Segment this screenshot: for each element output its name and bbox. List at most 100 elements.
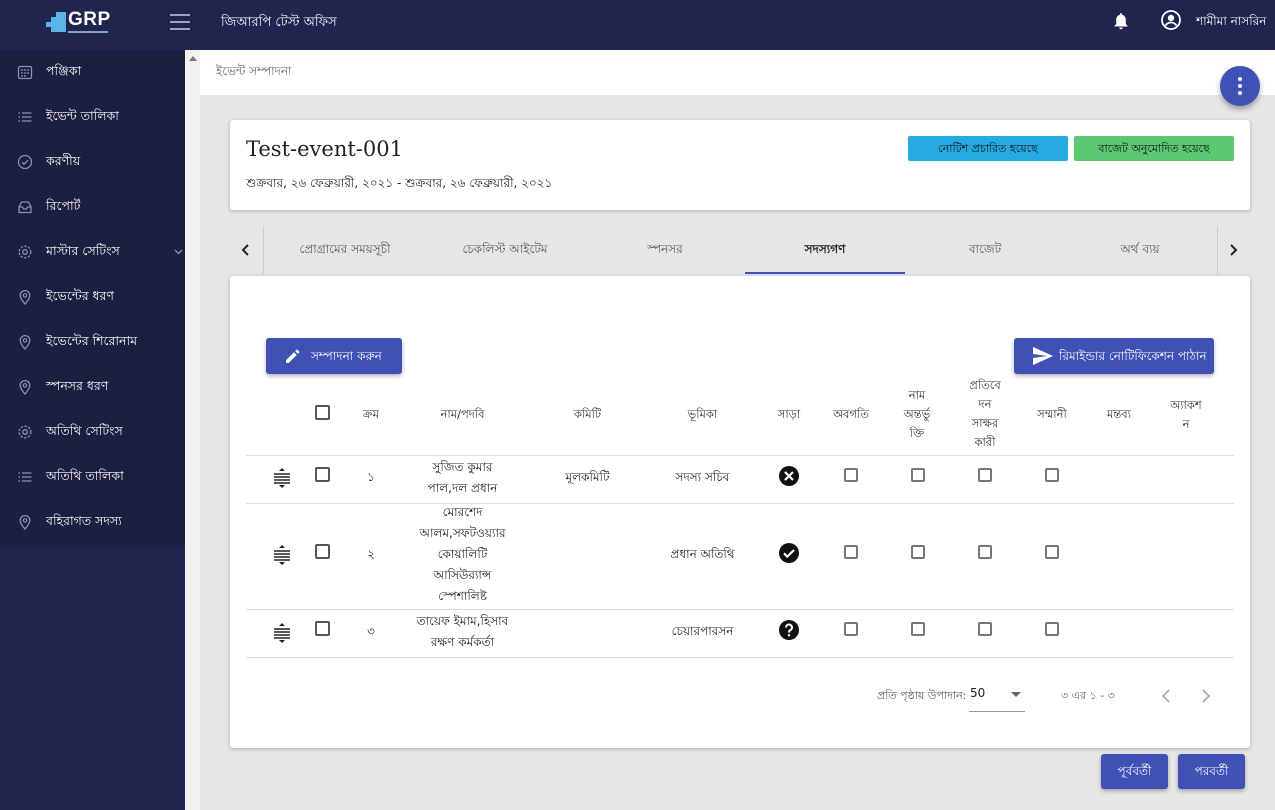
page-size-select[interactable]: 50 bbox=[969, 684, 1025, 712]
sidebar-item-todo[interactable]: করণীয় bbox=[0, 140, 185, 185]
row-select-checkbox[interactable] bbox=[315, 621, 330, 636]
next-page-button[interactable] bbox=[1194, 684, 1218, 708]
scroll-up-arrow-icon[interactable] bbox=[189, 56, 197, 61]
tab-budget[interactable]: বাজেট bbox=[905, 226, 1065, 274]
row-divider bbox=[246, 455, 1234, 456]
header-honorarium: সম্মানী bbox=[1037, 407, 1067, 421]
sidebar-item-label: ইভেন্টের ধরণ bbox=[46, 288, 114, 303]
tab-scroll-left-button[interactable] bbox=[230, 226, 263, 274]
sidebar-item-guest-list[interactable]: অতিথি তালিকা bbox=[0, 455, 185, 500]
sidebar-item-external-member[interactable]: বহিরাগত সদস্য bbox=[0, 500, 185, 545]
event-tabs: প্রোগ্রামের সময়সূচী চেকলিস্ট আইটেম স্পন… bbox=[230, 226, 1250, 274]
gear-icon bbox=[18, 245, 32, 259]
row-name-line: আলম,সফটওয়্যার bbox=[419, 526, 506, 540]
informed-checkbox[interactable] bbox=[844, 622, 858, 636]
row-serial: ১ bbox=[367, 470, 375, 484]
drag-handle-icon[interactable] bbox=[272, 544, 292, 566]
logo-underline bbox=[68, 31, 108, 33]
informed-checkbox[interactable] bbox=[844, 545, 858, 559]
logo-text: GRP bbox=[68, 9, 111, 30]
row-name-line: তায়েফ ইমাম,হিসাব bbox=[416, 614, 509, 628]
name-inclusion-checkbox[interactable] bbox=[911, 622, 925, 636]
top-bar: GRP জিআরপি টেস্ট অফিস শামীমা নাসরিন bbox=[0, 0, 1275, 50]
row-name: সুজিত কুমার পাল,দল প্রধান bbox=[400, 457, 525, 499]
sidebar-item-calendar[interactable]: পঞ্জিকা bbox=[0, 50, 185, 95]
tab-checklist-item[interactable]: চেকলিস্ট আইটেম bbox=[425, 226, 585, 274]
drag-handle-icon[interactable] bbox=[272, 467, 292, 489]
header-response: সাড়া bbox=[777, 407, 801, 421]
honorarium-checkbox[interactable] bbox=[1045, 622, 1059, 636]
edit-button-label: সম্পাদনা করুন bbox=[311, 349, 382, 363]
honorarium-checkbox[interactable] bbox=[1045, 545, 1059, 559]
account-circle-icon[interactable] bbox=[1161, 10, 1181, 30]
row-select-checkbox[interactable] bbox=[315, 544, 330, 559]
grp-logo[interactable]: GRP bbox=[46, 9, 110, 35]
tab-divider bbox=[263, 226, 264, 274]
chevron-left-icon bbox=[1161, 689, 1170, 703]
row-select-checkbox[interactable] bbox=[315, 467, 330, 482]
sidebar-item-report[interactable]: রিপোর্ট bbox=[0, 185, 185, 230]
sidebar-item-event-type[interactable]: ইভেন্টের ধরণ bbox=[0, 275, 185, 320]
bell-icon[interactable] bbox=[1113, 12, 1129, 30]
row-divider bbox=[246, 609, 1234, 610]
tab-program-schedule[interactable]: প্রোগ্রামের সময়সূচী bbox=[265, 226, 425, 274]
row-divider bbox=[246, 657, 1234, 658]
report-signer-checkbox[interactable] bbox=[978, 545, 992, 559]
header-name-inclusion-line: নাম bbox=[908, 388, 926, 402]
sidebar-item-label: রিপোর্ট bbox=[46, 198, 81, 213]
breadcrumb-bar: ইভেন্ট সম্পাদনা bbox=[200, 50, 1275, 95]
row-role: প্রধান অতিথি bbox=[670, 547, 735, 561]
sidebar-item-guest-settings[interactable]: অতিথি সেটিংস bbox=[0, 410, 185, 455]
user-name[interactable]: শামীমা নাসরিন bbox=[1196, 13, 1266, 33]
drag-handle-icon[interactable] bbox=[272, 622, 292, 644]
sidebar-menu: পঞ্জিকা ইভেন্ট তালিকা করণীয় রিপোর্ট মাস… bbox=[0, 50, 185, 545]
budget-approved-badge: বাজেট অনুমোদিত হয়েছে bbox=[1074, 136, 1234, 161]
list-icon bbox=[18, 112, 32, 122]
tab-sponsor[interactable]: স্পনসর bbox=[585, 226, 745, 274]
previous-page-button[interactable] bbox=[1154, 684, 1178, 708]
header-committee: কমিটি bbox=[573, 407, 602, 421]
name-inclusion-checkbox[interactable] bbox=[911, 545, 925, 559]
informed-checkbox[interactable] bbox=[844, 468, 858, 482]
page-scrollbar[interactable] bbox=[185, 50, 200, 810]
sidebar-item-label: অতিথি সেটিংস bbox=[46, 423, 123, 438]
row-name: তায়েফ ইমাম,হিসাব রক্ষণ কর্মকর্তা bbox=[400, 611, 525, 653]
header-name: নাম/পদবি bbox=[440, 407, 485, 421]
header-report-signer-line: কারী bbox=[974, 435, 996, 449]
chevron-left-icon bbox=[241, 244, 249, 256]
sidebar-item-master-settings[interactable]: মাস্টার সেটিংস bbox=[0, 230, 185, 275]
row-name-line: সুজিত কুমার bbox=[432, 460, 493, 474]
more-vert-icon bbox=[1238, 77, 1242, 81]
notice-published-badge: নোটিশ প্রচারিত হয়েছে bbox=[908, 136, 1068, 161]
row-name-line: মোরশেদ bbox=[442, 505, 483, 519]
chevron-right-icon bbox=[1230, 244, 1238, 256]
row-committee: মূলকমিটি bbox=[565, 470, 610, 484]
header-informed: অবগতি bbox=[833, 407, 869, 421]
page-size-value: 50 bbox=[970, 686, 986, 700]
header-action: অ্যাকশ ন bbox=[1160, 396, 1212, 434]
sidebar-item-sponsor-type[interactable]: স্পনসর ধরণ bbox=[0, 365, 185, 410]
row-role: সদস্য সচিব bbox=[675, 470, 730, 484]
sidebar-item-event-heading[interactable]: ইভেন্টের শিরোনাম bbox=[0, 320, 185, 365]
hamburger-menu-icon[interactable] bbox=[170, 14, 190, 32]
edit-button[interactable]: সম্পাদনা করুন bbox=[266, 338, 402, 374]
header-action-line: অ্যাকশ bbox=[1170, 398, 1202, 412]
report-signer-checkbox[interactable] bbox=[978, 622, 992, 636]
previous-button[interactable]: পূর্ববর্তী bbox=[1101, 754, 1168, 789]
next-button[interactable]: পরবর্তী bbox=[1178, 754, 1245, 789]
honorarium-checkbox[interactable] bbox=[1045, 468, 1059, 482]
header-report-signer-line: সাক্ষর bbox=[971, 416, 999, 430]
office-title: জিআরপি টেস্ট অফিস bbox=[221, 15, 337, 30]
name-inclusion-checkbox[interactable] bbox=[911, 468, 925, 482]
row-serial: ২ bbox=[367, 547, 375, 561]
sidebar-item-event-list[interactable]: ইভেন্ট তালিকা bbox=[0, 95, 185, 140]
select-all-checkbox[interactable] bbox=[315, 405, 330, 420]
chevron-right-icon bbox=[1202, 689, 1211, 703]
header-action-line: ন bbox=[1182, 417, 1190, 431]
tab-scroll-right-button[interactable] bbox=[1217, 226, 1250, 274]
more-options-button[interactable] bbox=[1220, 66, 1260, 106]
report-signer-checkbox[interactable] bbox=[978, 468, 992, 482]
tab-expenditure[interactable]: অর্থ ব্যয় bbox=[1065, 226, 1215, 274]
tab-members[interactable]: সদস্যগণ bbox=[745, 226, 905, 274]
send-reminder-button[interactable]: রিমাইন্ডার নোটিফিকেশন পাঠান bbox=[1014, 338, 1214, 374]
